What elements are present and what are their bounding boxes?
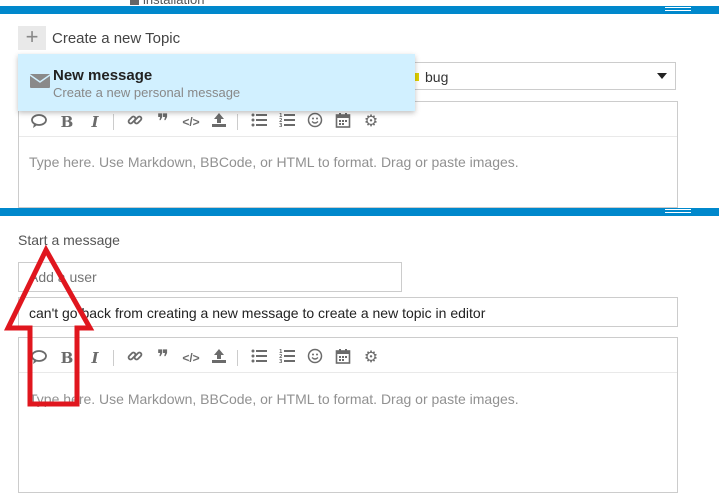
- bullet-list-icon[interactable]: [249, 348, 269, 368]
- grip-icon[interactable]: [665, 7, 691, 13]
- dropdown-item-title[interactable]: New message: [53, 67, 152, 84]
- upload-icon[interactable]: [209, 112, 229, 132]
- calendar-icon[interactable]: [333, 348, 353, 368]
- calendar-icon[interactable]: [333, 112, 353, 132]
- dropdown-item-description: Create a new personal message: [53, 85, 241, 100]
- code-icon[interactable]: </>: [181, 112, 201, 132]
- code-icon[interactable]: </>: [181, 348, 201, 368]
- bold-icon[interactable]: B: [57, 112, 77, 132]
- toolbar-divider: [19, 136, 677, 137]
- composer-resize-bar[interactable]: [0, 6, 719, 14]
- composer-action-dropdown: New message Create a new personal messag…: [18, 54, 415, 111]
- gear-icon[interactable]: ⚙: [361, 112, 381, 132]
- category-square-icon: [130, 0, 139, 5]
- editor-placeholder: Type here. Use Markdown, BBCode, or HTML…: [29, 154, 519, 170]
- editor-placeholder: Type here. Use Markdown, BBCode, or HTML…: [29, 391, 519, 407]
- quote-icon[interactable]: [29, 112, 49, 132]
- category-label: bug: [425, 69, 449, 85]
- composer-title: Create a new Topic: [52, 30, 181, 47]
- emoji-icon[interactable]: [305, 112, 325, 132]
- annotation-arrow-icon: [4, 244, 95, 407]
- composer-action-button[interactable]: +: [18, 26, 46, 50]
- numbered-list-icon[interactable]: 123: [277, 112, 297, 132]
- gear-icon[interactable]: ⚙: [361, 348, 381, 368]
- blockquote-icon[interactable]: ❞: [153, 112, 173, 132]
- italic-icon[interactable]: I: [85, 112, 105, 132]
- message-title-input[interactable]: can't go back from creating a new messag…: [18, 297, 678, 327]
- svg-text:3: 3: [279, 359, 283, 364]
- upload-icon[interactable]: [209, 348, 229, 368]
- envelope-icon: [29, 74, 51, 93]
- category-select[interactable]: bug: [404, 62, 676, 90]
- numbered-list-icon[interactable]: 123: [277, 348, 297, 368]
- emoji-icon[interactable]: [305, 348, 325, 368]
- editor-topic[interactable]: B I ❞ </> 123 ⚙ Type here. Use Markdown,…: [18, 101, 678, 208]
- svg-text:3: 3: [279, 123, 283, 128]
- toolbar-divider: [19, 372, 677, 373]
- editor-message[interactable]: B I ❞ </> 123 ⚙ Type here. Use Markdown,…: [18, 337, 678, 493]
- blockquote-icon[interactable]: ❞: [153, 348, 173, 368]
- composer-resize-bar-2[interactable]: [0, 208, 719, 216]
- link-icon[interactable]: [125, 348, 145, 368]
- bullet-list-icon[interactable]: [249, 112, 269, 132]
- grip-icon[interactable]: [665, 209, 691, 215]
- link-icon[interactable]: [125, 112, 145, 132]
- caret-down-icon: [657, 73, 667, 79]
